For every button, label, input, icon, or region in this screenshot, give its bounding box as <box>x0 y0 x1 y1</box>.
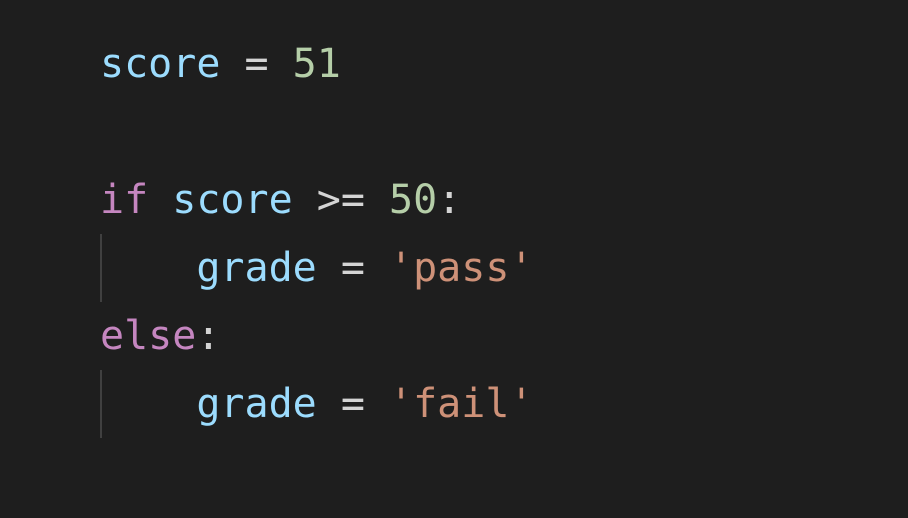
variable-token: score <box>172 177 292 223</box>
operator-token: = <box>317 245 389 291</box>
indent-container <box>100 370 196 438</box>
indent-guide-icon <box>100 370 102 438</box>
number-token: 51 <box>293 41 341 87</box>
string-token: 'pass' <box>389 245 534 291</box>
variable-token: grade <box>196 245 316 291</box>
space-token <box>365 177 389 223</box>
indent-token <box>100 381 196 427</box>
operator-token: = <box>220 41 292 87</box>
space-token <box>293 177 317 223</box>
variable-token: grade <box>196 381 316 427</box>
punct-token: : <box>196 313 220 359</box>
keyword-token: else <box>100 313 196 359</box>
code-line-4: grade = 'pass' <box>100 234 908 302</box>
code-line-1: score = 51 <box>100 30 908 98</box>
operator-token: = <box>317 381 389 427</box>
indent-container <box>100 234 196 302</box>
code-line-6: grade = 'fail' <box>100 370 908 438</box>
string-token: 'fail' <box>389 381 534 427</box>
number-token: 50 <box>389 177 437 223</box>
keyword-token: if <box>100 177 148 223</box>
indent-token <box>100 245 196 291</box>
variable-token: score <box>100 41 220 87</box>
code-line-5: else: <box>100 302 908 370</box>
space-token <box>148 177 172 223</box>
code-line-3: if score >= 50: <box>100 166 908 234</box>
operator-token: >= <box>317 177 365 223</box>
indent-guide-icon <box>100 234 102 302</box>
punct-token: : <box>437 177 461 223</box>
code-line-blank <box>100 98 908 166</box>
